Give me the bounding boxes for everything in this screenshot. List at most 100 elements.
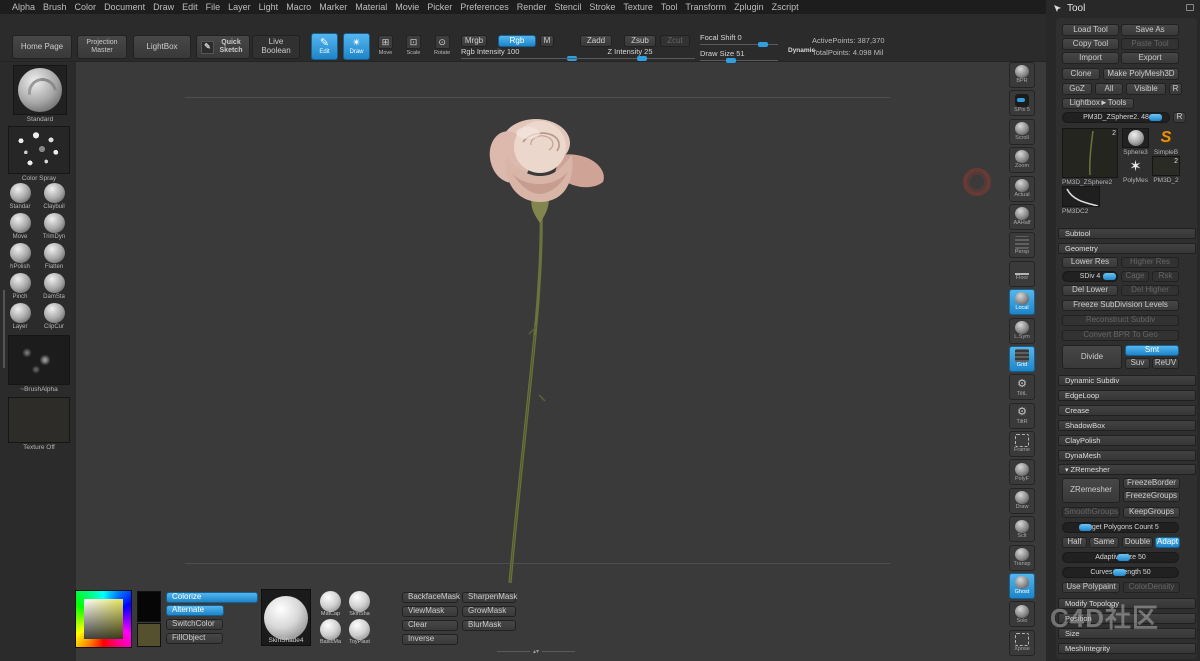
adapt-toggle[interactable]: Adapt bbox=[1155, 537, 1180, 548]
shelf-button[interactable]: Persp bbox=[1009, 232, 1035, 258]
current-material-thumbnail[interactable]: SkinShade4 bbox=[261, 589, 311, 646]
slider-handle[interactable] bbox=[1117, 554, 1130, 561]
zcut-toggle[interactable]: Zcut bbox=[660, 35, 690, 47]
quick-sketch-button[interactable]: ✎ Quick Sketch bbox=[196, 35, 250, 59]
shelf-button[interactable]: Solo bbox=[1009, 601, 1035, 627]
pm3d-tool-thumbnail[interactable]: 2 bbox=[1152, 156, 1180, 176]
menu-item[interactable]: Document bbox=[104, 2, 145, 12]
brush-item[interactable]: Layer bbox=[3, 303, 37, 333]
brush-item[interactable]: Pinch bbox=[3, 273, 37, 303]
shelf-button[interactable]: TiltL bbox=[1009, 374, 1035, 400]
lower-res-button[interactable]: Lower Res bbox=[1062, 257, 1118, 268]
zremesher-section-header[interactable]: ZRemesher bbox=[1058, 464, 1196, 475]
size-section-header[interactable]: Size bbox=[1058, 628, 1196, 639]
simplebrush-tool-thumbnail[interactable]: S bbox=[1152, 128, 1180, 148]
adaptive-size-slider[interactable]: AdaptiveSize 50 bbox=[1062, 552, 1179, 563]
menu-item[interactable]: Layer bbox=[228, 2, 251, 12]
copy-tool-button[interactable]: Copy Tool bbox=[1062, 38, 1119, 50]
freeze-groups-toggle[interactable]: FreezeGroups bbox=[1123, 491, 1180, 502]
shelf-button[interactable]: Grid bbox=[1009, 346, 1035, 372]
half-button[interactable]: Half bbox=[1062, 537, 1087, 548]
menu-item[interactable]: Texture bbox=[623, 2, 653, 12]
home-page-button[interactable]: Home Page bbox=[12, 35, 72, 59]
goz-all-button[interactable]: All bbox=[1095, 83, 1123, 95]
shelf-button[interactable]: PolyF bbox=[1009, 459, 1035, 485]
lightbox-tools-button[interactable]: Lightbox►Tools bbox=[1062, 98, 1134, 109]
target-polygons-slider[interactable]: Target Polygons Count 5 bbox=[1062, 522, 1179, 533]
switch-color-button[interactable]: SwitchColor bbox=[166, 619, 223, 630]
rgb-toggle[interactable]: Rgb bbox=[498, 35, 536, 47]
freeze-subdivision-button[interactable]: Freeze SubDivision Levels bbox=[1062, 300, 1179, 311]
zremesher-button[interactable]: ZRemesher bbox=[1062, 478, 1120, 503]
shelf-button[interactable]: Frame bbox=[1009, 431, 1035, 457]
modify-topology-section-header[interactable]: Modify Topology bbox=[1058, 598, 1196, 609]
rgb-intensity-slider[interactable]: Rgb Intensity 100 bbox=[461, 47, 577, 60]
menu-item[interactable]: Color bbox=[75, 2, 97, 12]
sdiv-slider[interactable]: SDiv 4 bbox=[1062, 271, 1118, 282]
menu-item[interactable]: Zplugin bbox=[734, 2, 764, 12]
shelf-button[interactable]: Floor bbox=[1009, 261, 1035, 287]
shelf-button[interactable]: TiltR bbox=[1009, 403, 1035, 429]
rsk-button[interactable]: Rsk bbox=[1152, 271, 1179, 282]
z-intensity-slider[interactable]: Z Intensity 25 bbox=[565, 47, 695, 60]
mask-button[interactable]: BackfaceMask bbox=[402, 592, 458, 603]
divide-button[interactable]: Divide bbox=[1062, 345, 1122, 369]
brush-item[interactable]: Standar bbox=[3, 183, 37, 213]
projection-master-button[interactable]: Projection Master bbox=[77, 35, 127, 59]
export-button[interactable]: Export bbox=[1121, 52, 1179, 64]
brush-item[interactable]: DamSta bbox=[37, 273, 71, 303]
curve-tool-thumbnail[interactable] bbox=[1062, 186, 1100, 207]
reconstruct-subdiv-button[interactable]: Reconstruct Subdiv bbox=[1062, 315, 1179, 326]
tray-divider-handle[interactable]: ▴▾ bbox=[497, 648, 575, 655]
draw-button[interactable]: ✴Draw bbox=[343, 33, 370, 60]
meshintegrity-section-header[interactable]: MeshIntegrity bbox=[1058, 643, 1196, 654]
tray-scrollbar[interactable] bbox=[3, 290, 5, 368]
color-picker[interactable] bbox=[75, 590, 132, 648]
focal-shift-slider[interactable]: Focal Shift 0 bbox=[700, 33, 778, 46]
shelf-button[interactable]: Scroll bbox=[1009, 119, 1035, 145]
shelf-button[interactable]: Ghost bbox=[1009, 573, 1035, 599]
menu-item[interactable]: Transform bbox=[685, 2, 726, 12]
shelf-button[interactable]: L.Sym bbox=[1009, 318, 1035, 344]
scale-button[interactable]: ⊡Scale bbox=[406, 35, 421, 56]
subtool-section-header[interactable]: Subtool bbox=[1058, 228, 1196, 239]
mask-button[interactable]: GrowMask bbox=[462, 606, 516, 617]
shelf-button[interactable]: AAHalf bbox=[1009, 204, 1035, 230]
reuv-button[interactable]: ReUV bbox=[1152, 358, 1179, 369]
paste-tool-button[interactable]: Paste Tool bbox=[1121, 38, 1179, 50]
mask-button[interactable]: Inverse bbox=[402, 634, 458, 645]
menu-item[interactable]: Material bbox=[355, 2, 387, 12]
brush-item[interactable]: ClipCur bbox=[37, 303, 71, 333]
menu-item[interactable]: Macro bbox=[286, 2, 311, 12]
fill-object-button[interactable]: FillObject bbox=[166, 633, 223, 644]
menu-item[interactable]: File bbox=[206, 2, 221, 12]
color-density-slider[interactable]: ColorDensity bbox=[1123, 582, 1180, 593]
menu-item[interactable]: Zscript bbox=[772, 2, 799, 12]
shelf-button[interactable]: Sclt bbox=[1009, 516, 1035, 542]
shelf-button[interactable]: BPR bbox=[1009, 62, 1035, 88]
current-tool-thumbnail[interactable]: 2 bbox=[1062, 128, 1118, 178]
secondary-color-swatch[interactable] bbox=[137, 623, 161, 647]
draw-size-slider[interactable]: Draw Size 51 bbox=[700, 49, 778, 62]
slider-handle[interactable] bbox=[1149, 114, 1162, 121]
brush-alpha-thumbnail[interactable] bbox=[8, 335, 70, 385]
dynamesh-section-header[interactable]: DynaMesh bbox=[1058, 450, 1196, 461]
material-item[interactable]: BasicMa bbox=[316, 617, 345, 645]
shadowbox-section-header[interactable]: ShadowBox bbox=[1058, 420, 1196, 431]
current-brush-thumbnail[interactable] bbox=[13, 65, 67, 115]
main-color-swatch[interactable] bbox=[137, 591, 161, 622]
mask-button[interactable]: SharpenMask bbox=[462, 592, 516, 603]
shelf-button[interactable]: Zoom bbox=[1009, 147, 1035, 173]
smt-toggle[interactable]: Smt bbox=[1125, 345, 1179, 356]
mask-button[interactable]: BlurMask bbox=[462, 620, 516, 631]
curves-strength-slider[interactable]: Curves Strength 50 bbox=[1062, 567, 1179, 578]
dynamic-subdiv-section-header[interactable]: Dynamic Subdiv bbox=[1058, 375, 1196, 386]
cage-button[interactable]: Cage bbox=[1121, 271, 1149, 282]
shelf-button[interactable]: Transp bbox=[1009, 545, 1035, 571]
brush-item[interactable]: TrimDyn bbox=[37, 213, 71, 243]
sphere3d-tool-thumbnail[interactable] bbox=[1122, 128, 1149, 148]
higher-res-button[interactable]: Higher Res bbox=[1121, 257, 1179, 268]
menu-item[interactable]: Movie bbox=[395, 2, 419, 12]
brush-item[interactable]: Flatten bbox=[37, 243, 71, 273]
del-lower-button[interactable]: Del Lower bbox=[1062, 285, 1118, 296]
